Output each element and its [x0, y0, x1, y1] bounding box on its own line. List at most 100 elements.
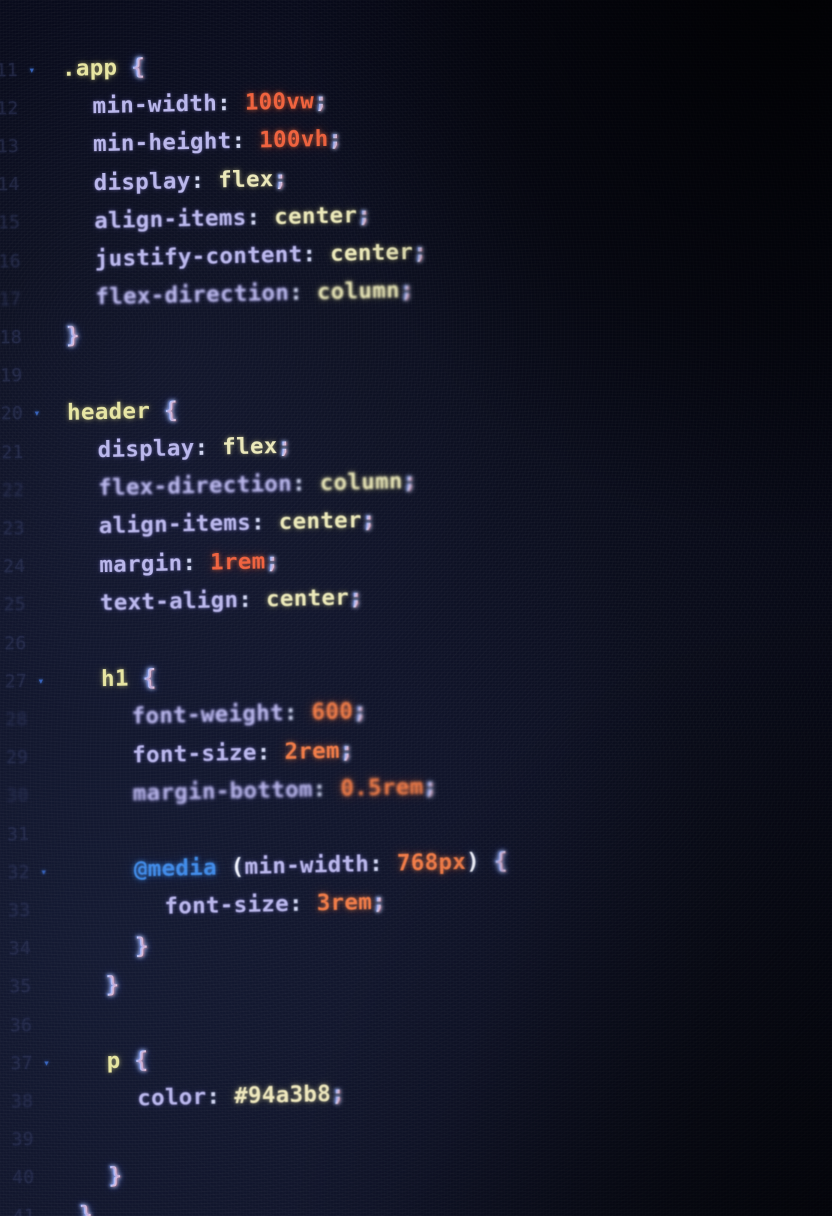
code-token: {	[134, 1047, 148, 1073]
fold-gutter-spacer: ·	[36, 904, 52, 915]
fold-gutter-spacer: ·	[40, 1133, 56, 1144]
code-token: p	[106, 1047, 121, 1075]
code-token: {	[494, 848, 508, 874]
line-number: 41	[9, 1205, 41, 1216]
code-token: ;	[328, 126, 342, 152]
code-token: center	[329, 238, 414, 267]
line-number: 21	[1, 441, 24, 463]
fold-gutter-spacer: ·	[34, 713, 50, 724]
code-token: #94a3b8	[233, 1081, 332, 1110]
code-token: :	[312, 775, 341, 803]
code-token: :	[256, 738, 285, 766]
code-token: :	[283, 699, 312, 727]
fold-gutter-spacer: ·	[38, 1019, 54, 1030]
code-token: ;	[314, 88, 328, 114]
code-token: h1	[100, 665, 129, 693]
fold-arrow-icon[interactable]: ▾	[39, 1056, 55, 1069]
code-token: }	[66, 323, 80, 349]
code-token: @media	[133, 854, 218, 883]
line-number: 25	[3, 594, 27, 616]
code-token: flex	[222, 433, 278, 461]
fold-gutter-spacer: ·	[26, 178, 42, 189]
code-token: )	[465, 848, 481, 876]
code-token: justify-content	[94, 241, 303, 273]
code-token: ;	[400, 277, 414, 303]
code-token: column	[319, 468, 403, 497]
line-number: 24	[2, 555, 26, 578]
fold-gutter-spacer: ·	[27, 293, 43, 304]
line-number: 33	[8, 899, 31, 922]
line-number: 38	[10, 1090, 34, 1113]
code-token: {	[131, 54, 145, 80]
code-token: display	[97, 434, 195, 464]
code-token: }	[135, 933, 149, 959]
code-token: column	[316, 277, 401, 306]
code-token: .app	[61, 54, 118, 82]
fold-gutter-spacer: ·	[32, 637, 48, 648]
code-token: :	[288, 279, 318, 306]
line-number: 29	[5, 746, 29, 769]
line-number: 12	[0, 97, 19, 120]
code-token: font-size	[164, 891, 290, 921]
line-number: 37	[10, 1052, 33, 1074]
fold-gutter-spacer: ·	[35, 828, 51, 839]
line-number: 27	[4, 670, 28, 693]
line-number: 23	[2, 517, 25, 540]
code-token: ;	[423, 773, 437, 799]
fold-gutter-spacer: ·	[37, 981, 53, 992]
code-token: 2rem	[284, 737, 341, 765]
code-token: 1rem	[209, 548, 266, 576]
code-token: margin	[99, 549, 183, 578]
code-editor-lines[interactable]: 11 ▾ .app {12 · min-width: 100vw; 13 · min-heig…	[0, 0, 823, 1216]
code-token: center	[265, 584, 350, 613]
code-token: min-width	[92, 90, 218, 120]
code-token: 100vw	[244, 88, 315, 116]
code-token: :	[206, 1083, 235, 1111]
fold-arrow-icon[interactable]: ▾	[29, 407, 45, 420]
code-token: :	[194, 434, 223, 461]
line-number: 18	[0, 326, 23, 349]
fold-gutter-spacer: ·	[41, 1210, 57, 1216]
code-token: ;	[372, 889, 386, 915]
line-number: 32	[7, 861, 31, 884]
code-token: center	[278, 507, 362, 536]
fold-arrow-icon[interactable]: ▾	[24, 63, 40, 76]
code-token: :	[288, 890, 317, 918]
code-token: flex-direction	[97, 470, 293, 502]
fold-gutter-spacer: ·	[26, 217, 42, 228]
fold-arrow-icon[interactable]: ▾	[33, 674, 49, 687]
code-token: font-size	[131, 739, 257, 769]
fold-gutter-spacer: ·	[34, 751, 50, 762]
fold-gutter-spacer: ·	[40, 1172, 56, 1183]
fold-gutter-spacer: ·	[25, 140, 41, 151]
code-token: {	[164, 397, 178, 423]
line-number: 40	[11, 1167, 35, 1189]
code-token: header	[66, 397, 151, 426]
fold-gutter-spacer: ·	[31, 522, 47, 533]
code-token: ;	[362, 507, 376, 533]
fold-gutter-spacer: ·	[32, 599, 48, 610]
line-number: 15	[0, 212, 21, 234]
code-token: ;	[349, 584, 363, 610]
code-token: 768px	[396, 849, 467, 877]
fold-gutter-spacer: ·	[30, 446, 46, 457]
code-token: :	[302, 240, 331, 268]
line-number: 35	[9, 976, 32, 998]
code-token: ;	[265, 548, 279, 574]
line-number: 16	[0, 250, 21, 272]
fold-arrow-icon[interactable]: ▾	[36, 865, 52, 878]
code-token: margin-bottom	[132, 776, 313, 807]
line-number: 36	[9, 1014, 33, 1036]
code-token: center	[274, 202, 358, 230]
code-token: flex-direction	[95, 279, 290, 311]
code-token: min-width	[244, 851, 370, 881]
code-token: }	[105, 972, 119, 998]
code-token: :	[369, 850, 398, 878]
fold-gutter-spacer: ·	[27, 255, 43, 266]
line-number: 19	[0, 364, 23, 387]
line-number: 26	[4, 632, 27, 654]
